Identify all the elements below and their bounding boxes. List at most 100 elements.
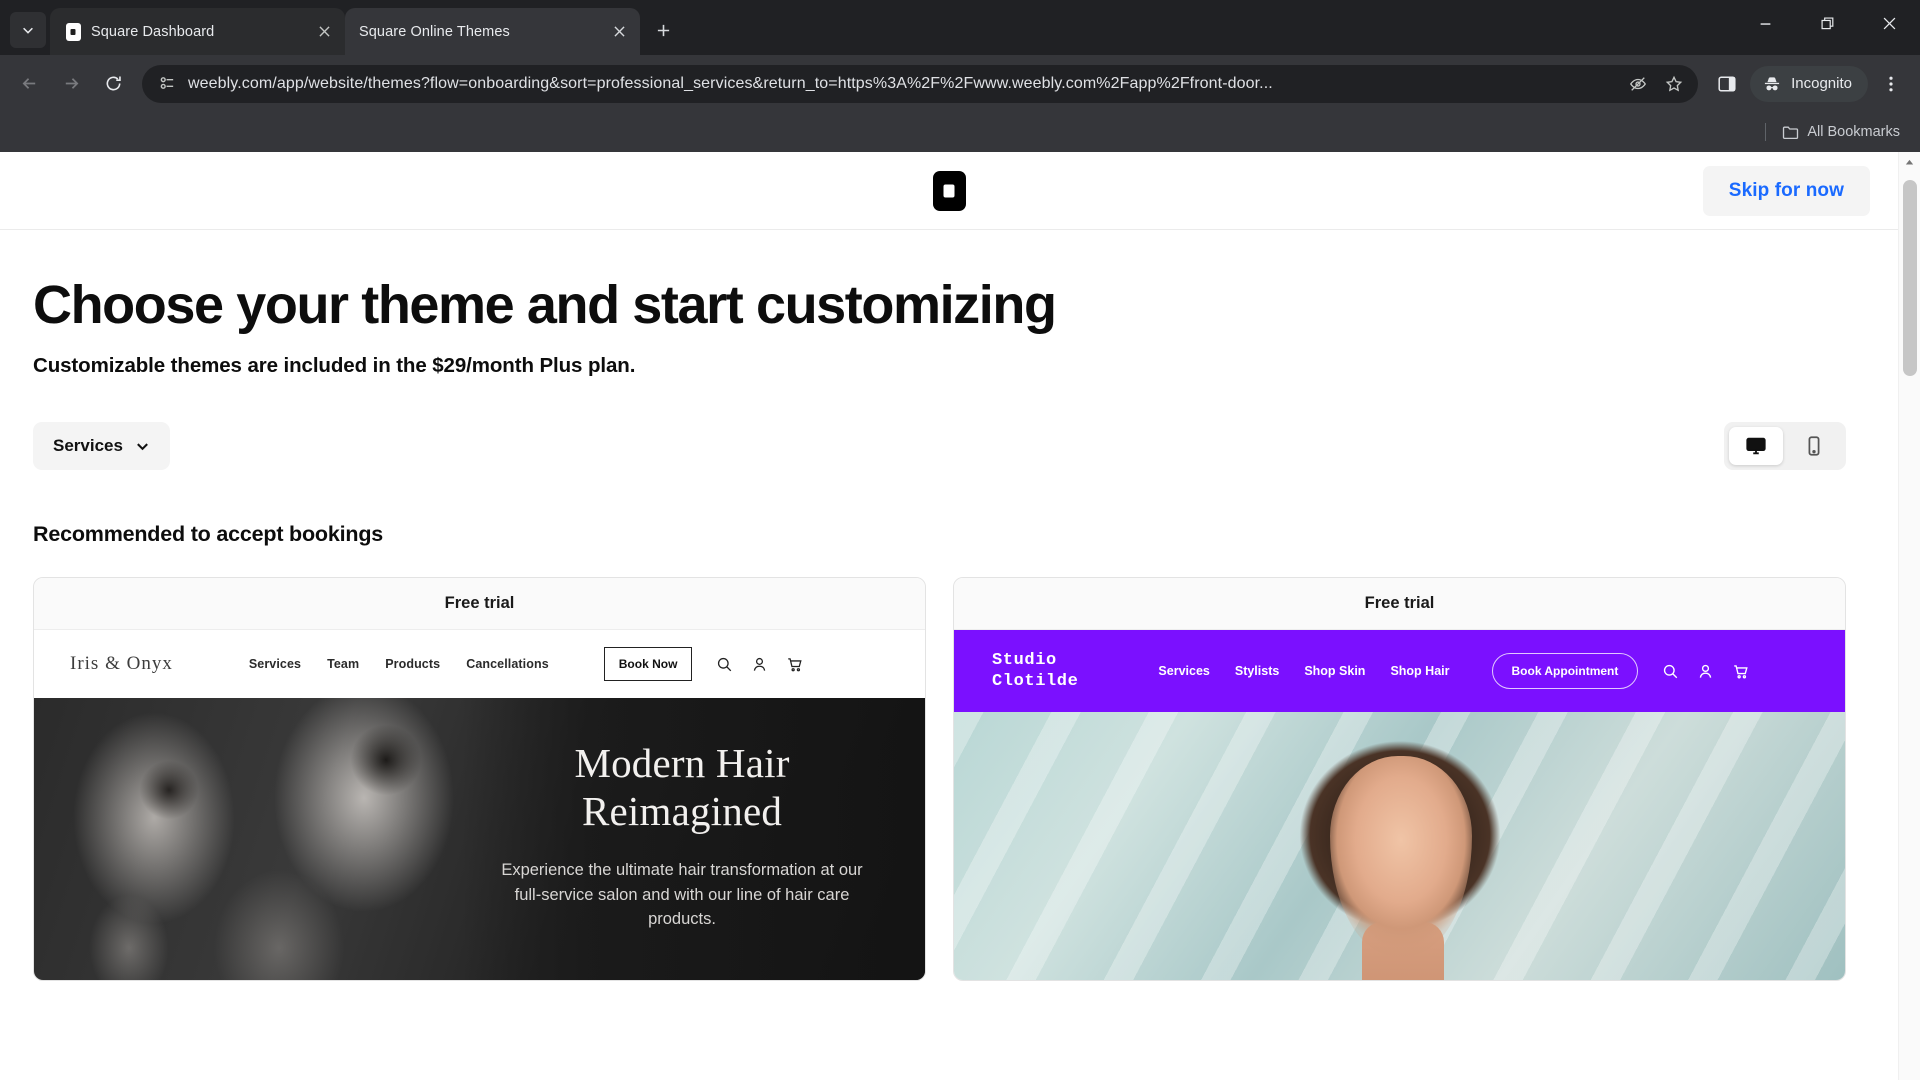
page-title: Choose your theme and start customizing — [33, 275, 1057, 335]
maximize-restore-button[interactable] — [1796, 0, 1858, 47]
skip-for-now-button[interactable]: Skip for now — [1702, 165, 1870, 216]
side-panel-icon — [1718, 75, 1736, 92]
nav-link-cancellations: Cancellations — [466, 657, 549, 672]
more-vertical-icon — [1889, 76, 1893, 91]
new-tab-button[interactable] — [646, 13, 680, 47]
incognito-label: Incognito — [1791, 75, 1852, 92]
theme-preview-iris-and-onyx: Iris & Onyx Services Team Products Cance… — [34, 630, 925, 981]
nav-link-shop-hair: Shop Hair — [1390, 664, 1450, 679]
reload-icon — [106, 76, 121, 91]
cart-icon — [788, 658, 803, 672]
nav-link-services: Services — [248, 657, 302, 672]
scrollbar-thumb[interactable] — [1903, 180, 1917, 376]
browser-tab-square-dashboard[interactable]: Square Dashboard — [50, 8, 345, 55]
category-filter-dropdown[interactable]: Services — [33, 422, 170, 471]
page-subtitle: Customizable themes are included in the … — [33, 354, 636, 378]
close-icon[interactable] — [313, 21, 335, 43]
tab-search-button[interactable] — [10, 12, 46, 48]
preview-brand: Studio Clotilde — [992, 650, 1078, 693]
brand-line-2: Clotilde — [992, 672, 1079, 692]
chevron-down-icon — [23, 27, 33, 34]
tab-title: Square Dashboard — [91, 23, 215, 40]
cart-icon — [1734, 665, 1749, 679]
chevron-down-icon — [137, 443, 148, 451]
preview-nav-links: Services Team Products Cancellations — [249, 657, 549, 671]
theme-preview-studio-clotilde: Studio Clotilde Services Stylists Shop S… — [954, 630, 1845, 981]
square-app-header: Skip for now — [0, 152, 1898, 230]
incognito-indicator[interactable]: Incognito — [1750, 65, 1868, 102]
browser-tab-square-online-themes[interactable]: Square Online Themes — [345, 8, 640, 55]
plus-icon — [657, 24, 669, 36]
theme-card-iris-and-onyx[interactable]: Free trial Iris & Onyx Services Team Pro… — [33, 577, 926, 982]
side-panel-button[interactable] — [1708, 65, 1746, 103]
window-controls — [1734, 0, 1920, 47]
arrow-left-icon — [22, 78, 35, 89]
reload-button[interactable] — [94, 65, 132, 103]
section-heading: Recommended to accept bookings — [33, 522, 384, 547]
preview-hero — [954, 712, 1845, 981]
category-filter-label: Services — [53, 436, 123, 456]
mobile-view-button[interactable] — [1787, 427, 1841, 465]
browser-toolbar: weebly.com/app/website/themes?flow=onboa… — [0, 55, 1920, 112]
incognito-icon — [1765, 76, 1780, 90]
theme-card-studio-clotilde[interactable]: Free trial Studio Clotilde Services Styl… — [953, 577, 1846, 982]
nav-link-team: Team — [327, 657, 360, 672]
close-icon[interactable] — [608, 21, 630, 43]
close-window-button[interactable] — [1858, 0, 1920, 47]
page-scrollbar[interactable] — [1898, 152, 1920, 1080]
address-bar[interactable]: weebly.com/app/website/themes?flow=onboa… — [142, 64, 1699, 103]
chevron-up-icon — [1905, 159, 1914, 165]
forward-button[interactable] — [52, 65, 90, 103]
page-content: Choose your theme and start customizing … — [0, 230, 1898, 982]
all-bookmarks-button[interactable]: All Bookmarks — [1776, 120, 1906, 145]
brand-line-1: Studio — [992, 651, 1057, 671]
bookmark-star-icon[interactable] — [1658, 68, 1690, 100]
restore-icon — [1820, 17, 1833, 30]
preview-nav-links: Services Stylists Shop Skin Shop Hair — [1158, 664, 1449, 678]
desktop-view-button[interactable] — [1729, 427, 1783, 466]
square-logo-icon — [932, 170, 966, 211]
minimize-button[interactable] — [1734, 0, 1796, 47]
nav-link-stylists: Stylists — [1234, 664, 1280, 679]
scrollbar-track[interactable] — [1899, 172, 1920, 1080]
view-toggle-group — [1724, 422, 1846, 471]
browser-window: Square Dashboard Square Online Themes we… — [0, 0, 1920, 1080]
tab-strip: Square Dashboard Square Online Themes — [0, 0, 1920, 55]
square-themes-page: Skip for now Choose your theme and start… — [0, 152, 1898, 1080]
minimize-icon — [1760, 23, 1770, 25]
preview-book-appointment-button: Book Appointment — [1491, 653, 1639, 690]
theme-card-grid: Free trial Iris & Onyx Services Team Pro… — [33, 577, 1898, 982]
preview-hero: Modern Hair Reimagined Experience the ul… — [34, 698, 925, 981]
site-settings-icon[interactable] — [156, 73, 178, 95]
tracking-protection-icon[interactable] — [1622, 68, 1654, 100]
scroll-up-button[interactable] — [1904, 152, 1915, 172]
url-text: weebly.com/app/website/themes?flow=onboa… — [188, 74, 1273, 92]
chrome-menu-button[interactable] — [1872, 65, 1910, 103]
folder-icon — [1783, 126, 1799, 139]
close-icon — [1883, 17, 1895, 30]
free-trial-badge: Free trial — [954, 578, 1845, 631]
preview-book-now-button: Book Now — [603, 647, 693, 682]
hero-model-image — [1267, 720, 1532, 981]
preview-brand: Iris & Onyx — [70, 653, 173, 675]
nav-link-products: Products — [385, 657, 441, 672]
all-bookmarks-label: All Bookmarks — [1807, 124, 1900, 140]
search-icon — [718, 657, 732, 672]
free-trial-badge: Free trial — [34, 578, 925, 631]
account-icon — [1700, 664, 1712, 678]
arrow-right-icon — [65, 78, 78, 89]
hero-paragraph: Experience the ultimate hair transformat… — [501, 861, 863, 929]
bookmarks-bar: All Bookmarks — [0, 112, 1920, 152]
nav-link-services: Services — [1158, 664, 1210, 679]
controls-row: Services — [33, 422, 1898, 471]
tab-title: Square Online Themes — [359, 23, 510, 40]
divider — [1765, 123, 1767, 141]
desktop-monitor-icon — [1746, 438, 1766, 455]
search-icon — [1664, 664, 1678, 679]
account-icon — [754, 657, 766, 671]
page-viewport: Skip for now Choose your theme and start… — [0, 152, 1920, 1080]
hero-heading-line-2: Reimagined — [581, 788, 783, 835]
back-button[interactable] — [10, 65, 48, 103]
preview-nav: Studio Clotilde Services Stylists Shop S… — [954, 630, 1845, 713]
square-logo-icon — [64, 22, 82, 41]
